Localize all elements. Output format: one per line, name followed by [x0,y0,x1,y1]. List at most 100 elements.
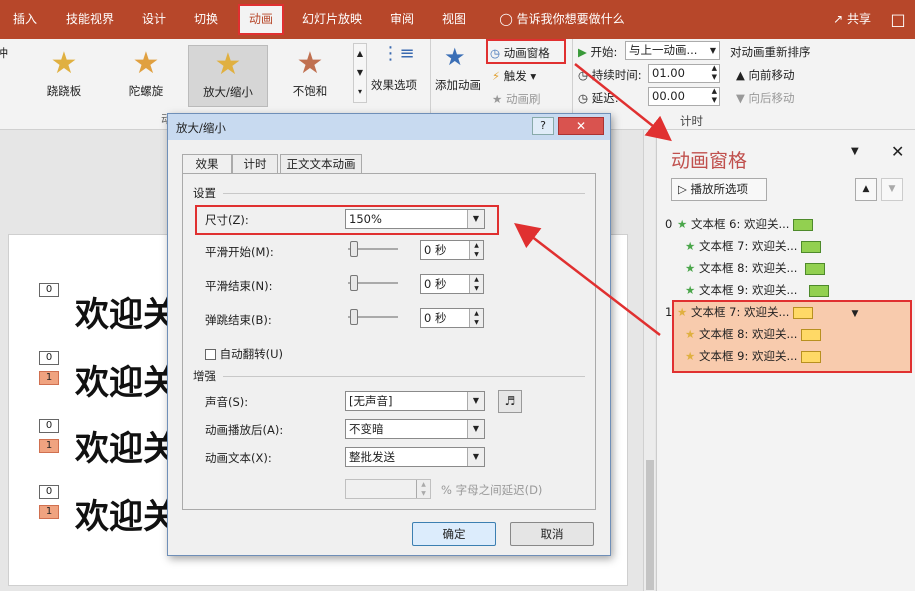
cancel-button[interactable]: 取消 [510,522,594,546]
tab-animations[interactable]: 动画 [238,4,284,35]
move-up-button[interactable]: ▲ [855,178,877,201]
star-icon: ★ [685,239,696,253]
highlight-selected-items [672,300,912,373]
delay-input[interactable]: 00.00 ▲ ▼ [648,87,720,106]
share-icon: ↗ [833,12,844,26]
auto-reverse-checkbox[interactable]: 自动翻转(U) [205,346,283,362]
tab-timing[interactable]: 计时 [232,154,278,174]
start-label-text: 开始: [590,45,618,59]
slide-text[interactable]: 欢迎关 [75,421,175,470]
tab-review[interactable]: 审阅 [382,0,422,39]
effect-options-icon: ⋮≡ [381,43,415,64]
slider-thumb[interactable] [350,309,358,325]
gallery-item-grow-shrink[interactable]: ★ 放大/缩小 [188,45,268,107]
smooth-end-input[interactable]: 0 秒 ▲ ▼ [420,274,484,294]
tab-insert[interactable]: 插入 [4,0,46,39]
checkbox-box[interactable] [205,349,216,360]
move-earlier-button[interactable]: ▲ 向前移动 [736,67,795,83]
play-selected-button[interactable]: ▷ 播放所选项 [671,178,767,201]
anim-badge[interactable]: 0 [39,351,59,365]
ok-button[interactable]: 确定 [412,522,496,546]
chevron-down-icon: ▼ [467,448,484,466]
sound-select[interactable]: [无声音] ▼ [345,391,485,411]
gallery-item-teeter[interactable]: ★ 跷跷板 [24,45,104,107]
spinner-icon[interactable]: ▲ ▼ [469,309,483,327]
anim-badge[interactable]: 0 [39,283,59,297]
scrollbar-thumb[interactable] [646,460,654,590]
slider-thumb[interactable] [350,275,358,291]
tell-me-box[interactable]: ◯ 告诉我你想要做什么 [492,0,632,39]
tab-slideshow[interactable]: 幻灯片放映 [296,0,368,39]
move-later-button[interactable]: ▼ 向后移动 [736,90,795,106]
tab-view[interactable]: 视图 [434,0,474,39]
bounce-end-input[interactable]: 0 秒 ▲ ▼ [420,308,484,328]
pane-item[interactable]: ★ 文本框 8: 欢迎关... [665,257,826,279]
item-label: 文本框 9: 欢迎关... [698,283,798,297]
help-button[interactable]: ? [532,117,554,135]
duration-input[interactable]: 01.00 ▲ ▼ [648,64,720,83]
spinner-icon[interactable]: ▲ ▼ [469,241,483,259]
tab-design[interactable]: 设计 [134,0,174,39]
speaker-icon[interactable]: ♬ [498,390,522,413]
item-label: 文本框 8: 欢迎关... [698,261,798,275]
spinner-icon: ▲ ▼ [711,87,717,104]
slide-text[interactable]: 欢迎关 [75,355,175,404]
smooth-start-input[interactable]: 0 秒 ▲ ▼ [420,240,484,260]
letter-delay-input[interactable]: ▲ ▼ [345,479,431,499]
pane-item[interactable]: 0 ★ 文本框 6: 欢迎关... [665,213,814,235]
anim-badge[interactable]: 1 [39,505,59,519]
share-button[interactable]: ↗ 共享 [833,0,871,39]
after-animation-select[interactable]: 不变暗 ▼ [345,419,485,439]
spinner-icon[interactable]: ▲ ▼ [469,275,483,293]
share-label: 共享 [846,12,871,26]
tab-transitions[interactable]: 切换 [186,0,226,39]
tab-skills[interactable]: 技能视界 [58,0,122,39]
add-animation-button[interactable]: 添加动画 [435,77,481,93]
bounce-end-label: 弹跳结束(B): [205,313,272,327]
smooth-start-slider[interactable] [348,239,400,259]
animate-text-select[interactable]: 整批发送 ▼ [345,447,485,467]
gallery-item-spin[interactable]: ★ 陀螺旋 [106,45,186,107]
slider-thumb[interactable] [350,241,358,257]
start-select[interactable]: 与上一动画... ▼ [625,41,720,60]
comments-icon[interactable]: □ [887,0,909,39]
start-label: ▶ 开始: [578,44,617,60]
anim-badge[interactable]: 1 [39,439,59,453]
gallery-item-desaturate[interactable]: ★ 不饱和 [270,45,350,107]
close-icon[interactable]: ✕ [891,142,904,161]
pane-item[interactable]: ★ 文本框 9: 欢迎关... [665,279,830,301]
smooth-start-value: 0 秒 [424,243,447,257]
after-animation-value: 不变暗 [349,422,384,436]
delay-label-text: 延迟: [591,91,619,105]
anim-badge[interactable]: 0 [39,419,59,433]
gallery-label: 不饱和 [292,84,328,98]
duration-label-text: 持续时间: [591,68,642,82]
bounce-end-slider[interactable] [348,307,400,327]
trigger-label: 触发 [503,69,527,83]
tab-effect[interactable]: 效果 [182,154,232,175]
add-animation-icon: ★ [444,43,466,71]
grow-shrink-dialog: 放大/缩小 ? ✕ 效果 计时 正文文本动画 设置 尺寸(Z): 150% ▼ 平… [167,113,611,556]
gallery-scroll[interactable]: ▲ ▼ ▾ [353,43,367,103]
close-icon[interactable]: ✕ [558,117,604,135]
auto-reverse-label: 自动翻转(U) [219,347,284,361]
anim-badge[interactable]: 0 [39,485,59,499]
slide-text[interactable]: 欢迎关 [75,287,175,336]
trigger-button[interactable]: ⚡ 触发 ▾ [492,68,536,84]
star-icon: ★ [685,261,696,275]
star-icon: ★ [685,283,696,297]
tab-text-animation[interactable]: 正文文本动画 [280,154,362,174]
animation-painter-button[interactable]: ★ 动画刷 [492,91,540,107]
pane-options-icon[interactable]: ▼ [851,146,859,157]
gallery-label: 陀螺旋 [128,84,164,98]
smooth-end-slider[interactable] [348,273,400,293]
effect-options-button[interactable]: 效果选项 [371,77,417,93]
anim-badge[interactable]: 1 [39,371,59,385]
pane-item[interactable]: ★ 文本框 7: 欢迎关... [665,235,822,257]
start-value: 与上一动画... [629,43,698,57]
slide-text[interactable]: 欢迎关 [75,489,175,538]
slide-scrollbar[interactable] [643,130,655,591]
move-down-button[interactable]: ▼ [881,178,903,201]
gallery-item-partial[interactable]: 冲 [0,45,10,107]
sound-value: [无声音] [349,394,393,408]
